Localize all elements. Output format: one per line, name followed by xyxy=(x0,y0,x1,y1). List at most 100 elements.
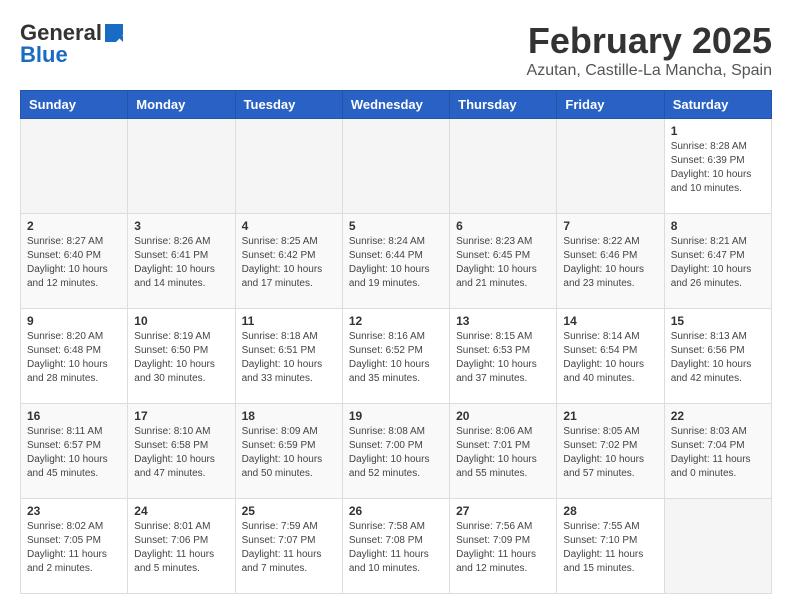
day-info: Sunrise: 8:22 AM Sunset: 6:46 PM Dayligh… xyxy=(563,235,657,291)
calendar-cell: 26 Sunrise: 7:58 AM Sunset: 7:08 PM Dayli… xyxy=(342,499,449,594)
calendar-cell: 16 Sunrise: 8:11 AM Sunset: 6:57 PM Dayli… xyxy=(21,404,128,499)
weekday-header-sunday: Sunday xyxy=(21,91,128,119)
day-info: Sunrise: 8:06 AM Sunset: 7:01 PM Dayligh… xyxy=(456,425,550,481)
day-info: Sunrise: 8:14 AM Sunset: 6:54 PM Dayligh… xyxy=(563,330,657,386)
weekday-header-thursday: Thursday xyxy=(450,91,557,119)
day-number: 23 xyxy=(27,504,121,518)
day-info: Sunrise: 8:24 AM Sunset: 6:44 PM Dayligh… xyxy=(349,235,443,291)
calendar-cell: 1 Sunrise: 8:28 AM Sunset: 6:39 PM Daylig… xyxy=(664,119,771,214)
day-number: 4 xyxy=(242,219,336,233)
weekday-header-saturday: Saturday xyxy=(664,91,771,119)
day-info: Sunrise: 8:09 AM Sunset: 6:59 PM Dayligh… xyxy=(242,425,336,481)
week-row-3: 9Sunrise: 8:20 AM Sunset: 6:48 PM Daylig… xyxy=(21,309,772,404)
day-number: 14 xyxy=(563,314,657,328)
day-info: Sunrise: 8:20 AM Sunset: 6:48 PM Dayligh… xyxy=(27,330,121,386)
day-info: Sunrise: 8:03 AM Sunset: 7:04 PM Dayligh… xyxy=(671,425,765,481)
week-row-2: 2 Sunrise: 8:27 AM Sunset: 6:40 PM Daylig… xyxy=(21,214,772,309)
day-number: 26 xyxy=(349,504,443,518)
calendar-cell: 2 Sunrise: 8:27 AM Sunset: 6:40 PM Daylig… xyxy=(21,214,128,309)
day-info: Sunrise: 8:11 AM Sunset: 6:57 PM Dayligh… xyxy=(27,425,121,481)
title-section: February 2025 Azutan, Castille-La Mancha… xyxy=(527,20,772,80)
day-info: Sunrise: 8:13 AM Sunset: 6:56 PM Dayligh… xyxy=(671,330,765,386)
day-number: 19 xyxy=(349,409,443,423)
day-info: Sunrise: 7:58 AM Sunset: 7:08 PM Dayligh… xyxy=(349,520,443,576)
week-row-1: 1 Sunrise: 8:28 AM Sunset: 6:39 PM Daylig… xyxy=(21,119,772,214)
calendar-cell: 15 Sunrise: 8:13 AM Sunset: 6:56 PM Dayli… xyxy=(664,309,771,404)
day-number: 1 xyxy=(671,124,765,138)
calendar-cell: 22 Sunrise: 8:03 AM Sunset: 7:04 PM Dayli… xyxy=(664,404,771,499)
day-number: 21 xyxy=(563,409,657,423)
calendar-cell: 4Sunrise: 8:25 AM Sunset: 6:42 PM Daylig… xyxy=(235,214,342,309)
calendar-cell: 28 Sunrise: 7:55 AM Sunset: 7:10 PM Dayli… xyxy=(557,499,664,594)
calendar-cell: 8 Sunrise: 8:21 AM Sunset: 6:47 PM Daylig… xyxy=(664,214,771,309)
calendar-cell: 10 Sunrise: 8:19 AM Sunset: 6:50 PM Dayli… xyxy=(128,309,235,404)
day-info: Sunrise: 8:23 AM Sunset: 6:45 PM Dayligh… xyxy=(456,235,550,291)
day-info: Sunrise: 8:05 AM Sunset: 7:02 PM Dayligh… xyxy=(563,425,657,481)
day-number: 27 xyxy=(456,504,550,518)
calendar-cell xyxy=(128,119,235,214)
calendar-cell: 24 Sunrise: 8:01 AM Sunset: 7:06 PM Dayli… xyxy=(128,499,235,594)
day-number: 20 xyxy=(456,409,550,423)
week-row-5: 23 Sunrise: 8:02 AM Sunset: 7:05 PM Dayli… xyxy=(21,499,772,594)
calendar-cell: 25 Sunrise: 7:59 AM Sunset: 7:07 PM Dayli… xyxy=(235,499,342,594)
weekday-header-monday: Monday xyxy=(128,91,235,119)
day-info: Sunrise: 8:18 AM Sunset: 6:51 PM Dayligh… xyxy=(242,330,336,386)
day-number: 3 xyxy=(134,219,228,233)
day-number: 18 xyxy=(242,409,336,423)
logo-blue-text: Blue xyxy=(20,42,68,68)
calendar-cell: 6 Sunrise: 8:23 AM Sunset: 6:45 PM Daylig… xyxy=(450,214,557,309)
calendar-table: SundayMondayTuesdayWednesdayThursdayFrid… xyxy=(20,90,772,594)
calendar-cell: 7 Sunrise: 8:22 AM Sunset: 6:46 PM Daylig… xyxy=(557,214,664,309)
calendar-cell: 13 Sunrise: 8:15 AM Sunset: 6:53 PM Dayli… xyxy=(450,309,557,404)
day-number: 7 xyxy=(563,219,657,233)
logo-icon xyxy=(103,22,125,44)
day-info: Sunrise: 8:21 AM Sunset: 6:47 PM Dayligh… xyxy=(671,235,765,291)
day-number: 25 xyxy=(242,504,336,518)
calendar-cell xyxy=(450,119,557,214)
day-info: Sunrise: 8:19 AM Sunset: 6:50 PM Dayligh… xyxy=(134,330,228,386)
day-info: Sunrise: 8:15 AM Sunset: 6:53 PM Dayligh… xyxy=(456,330,550,386)
day-number: 28 xyxy=(563,504,657,518)
calendar-cell: 12Sunrise: 8:16 AM Sunset: 6:52 PM Dayli… xyxy=(342,309,449,404)
day-info: Sunrise: 7:55 AM Sunset: 7:10 PM Dayligh… xyxy=(563,520,657,576)
calendar-cell: 19 Sunrise: 8:08 AM Sunset: 7:00 PM Dayli… xyxy=(342,404,449,499)
page-header: General Blue February 2025 Azutan, Casti… xyxy=(20,20,772,80)
location-subtitle: Azutan, Castille-La Mancha, Spain xyxy=(527,62,772,80)
day-number: 10 xyxy=(134,314,228,328)
week-row-4: 16 Sunrise: 8:11 AM Sunset: 6:57 PM Dayli… xyxy=(21,404,772,499)
day-info: Sunrise: 7:59 AM Sunset: 7:07 PM Dayligh… xyxy=(242,520,336,576)
calendar-cell xyxy=(664,499,771,594)
calendar-cell: 3Sunrise: 8:26 AM Sunset: 6:41 PM Daylig… xyxy=(128,214,235,309)
day-number: 16 xyxy=(27,409,121,423)
calendar-cell: 23 Sunrise: 8:02 AM Sunset: 7:05 PM Dayli… xyxy=(21,499,128,594)
day-info: Sunrise: 8:28 AM Sunset: 6:39 PM Dayligh… xyxy=(671,140,765,196)
day-number: 13 xyxy=(456,314,550,328)
day-info: Sunrise: 8:02 AM Sunset: 7:05 PM Dayligh… xyxy=(27,520,121,576)
calendar-cell xyxy=(235,119,342,214)
calendar-cell: 5Sunrise: 8:24 AM Sunset: 6:44 PM Daylig… xyxy=(342,214,449,309)
calendar-cell: 18 Sunrise: 8:09 AM Sunset: 6:59 PM Dayli… xyxy=(235,404,342,499)
weekday-header-row: SundayMondayTuesdayWednesdayThursdayFrid… xyxy=(21,91,772,119)
day-number: 15 xyxy=(671,314,765,328)
day-number: 2 xyxy=(27,219,121,233)
day-info: Sunrise: 7:56 AM Sunset: 7:09 PM Dayligh… xyxy=(456,520,550,576)
calendar-cell xyxy=(21,119,128,214)
weekday-header-wednesday: Wednesday xyxy=(342,91,449,119)
weekday-header-friday: Friday xyxy=(557,91,664,119)
day-number: 17 xyxy=(134,409,228,423)
day-info: Sunrise: 8:01 AM Sunset: 7:06 PM Dayligh… xyxy=(134,520,228,576)
day-info: Sunrise: 8:10 AM Sunset: 6:58 PM Dayligh… xyxy=(134,425,228,481)
calendar-cell: 17 Sunrise: 8:10 AM Sunset: 6:58 PM Dayli… xyxy=(128,404,235,499)
day-number: 6 xyxy=(456,219,550,233)
day-info: Sunrise: 8:27 AM Sunset: 6:40 PM Dayligh… xyxy=(27,235,121,291)
calendar-cell: 9Sunrise: 8:20 AM Sunset: 6:48 PM Daylig… xyxy=(21,309,128,404)
calendar-cell: 20 Sunrise: 8:06 AM Sunset: 7:01 PM Dayli… xyxy=(450,404,557,499)
logo: General Blue xyxy=(20,20,126,68)
calendar-cell: 14 Sunrise: 8:14 AM Sunset: 6:54 PM Dayli… xyxy=(557,309,664,404)
day-number: 22 xyxy=(671,409,765,423)
day-info: Sunrise: 8:08 AM Sunset: 7:00 PM Dayligh… xyxy=(349,425,443,481)
weekday-header-tuesday: Tuesday xyxy=(235,91,342,119)
calendar-cell: 11Sunrise: 8:18 AM Sunset: 6:51 PM Dayli… xyxy=(235,309,342,404)
day-number: 24 xyxy=(134,504,228,518)
day-number: 8 xyxy=(671,219,765,233)
